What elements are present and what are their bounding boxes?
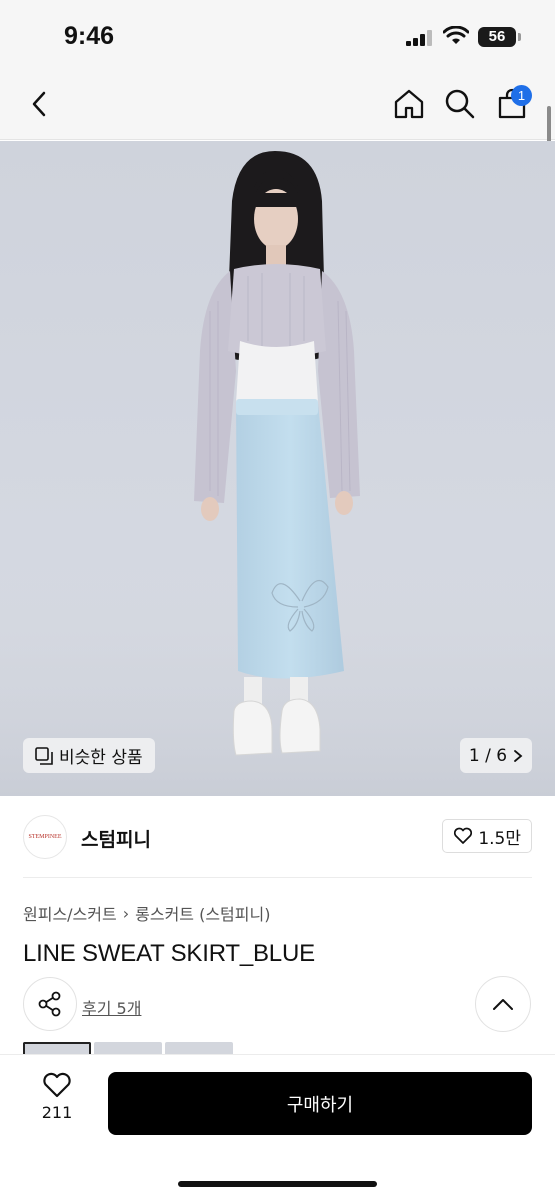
- product-image[interactable]: [0, 141, 555, 796]
- share-icon: [38, 991, 61, 1017]
- nav-bar: [0, 72, 555, 140]
- similar-products-button[interactable]: 비슷한 상품: [23, 738, 155, 773]
- buy-button[interactable]: 구매하기: [108, 1072, 532, 1135]
- signal-icon: [406, 30, 432, 46]
- scroll-to-top-button[interactable]: [475, 976, 531, 1032]
- image-page-counter[interactable]: 1 / 6: [460, 738, 532, 773]
- heart-icon: [454, 827, 473, 844]
- status-time: 9:46: [64, 22, 115, 50]
- reviews-link[interactable]: 후기 5개: [82, 995, 141, 1019]
- status-bar: 9:46 56: [0, 0, 555, 72]
- back-button[interactable]: [22, 86, 58, 122]
- brand-like-count: 1.5만: [478, 828, 521, 849]
- search-button[interactable]: [442, 86, 478, 122]
- breadcrumb-category[interactable]: 원피스/스커트: [23, 901, 117, 925]
- home-indicator: [178, 1181, 377, 1187]
- brand-logo: STEMPINEE: [23, 815, 67, 859]
- chevron-left-icon: [32, 91, 46, 117]
- image-counter-text: 1 / 6: [468, 745, 508, 766]
- chevron-right-icon: [514, 749, 523, 762]
- wishlist-button[interactable]: 211: [30, 1072, 84, 1122]
- thumbnail[interactable]: [94, 1042, 162, 1054]
- similar-products-label: 비슷한 상품: [59, 748, 143, 768]
- wishlist-count: 211: [41, 1103, 73, 1122]
- breadcrumb: 원피스/스커트 › 롱스커트 (스텀피니): [23, 901, 270, 925]
- battery-cap: [518, 33, 521, 41]
- copy-icon: [35, 746, 53, 765]
- cart-count-badge: 1: [511, 85, 532, 106]
- battery-indicator: 56: [478, 27, 516, 47]
- chevron-up-icon: [493, 999, 513, 1010]
- home-icon: [394, 89, 424, 119]
- model-photo: [0, 151, 555, 796]
- heart-icon: [43, 1072, 71, 1098]
- brand-row[interactable]: STEMPINEE 스텀피니 1.5만: [23, 812, 532, 862]
- chevron-right-icon: ›: [122, 903, 130, 923]
- brand-name: 스텀피니: [81, 829, 151, 851]
- thumbnail-strip: [23, 1042, 233, 1054]
- home-button[interactable]: [391, 86, 427, 122]
- wifi-icon: [443, 26, 469, 44]
- divider: [23, 877, 532, 878]
- product-title: LINE SWEAT SKIRT_BLUE: [23, 940, 315, 967]
- breadcrumb-subcategory[interactable]: 롱스커트 (스텀피니): [135, 901, 270, 925]
- share-button[interactable]: [23, 977, 77, 1031]
- thumbnail[interactable]: [23, 1042, 91, 1054]
- thumbnail[interactable]: [165, 1042, 233, 1054]
- brand-logo-text: STEMPINEE: [28, 834, 62, 840]
- search-icon: [445, 89, 475, 119]
- brand-like-button[interactable]: 1.5만: [442, 819, 532, 853]
